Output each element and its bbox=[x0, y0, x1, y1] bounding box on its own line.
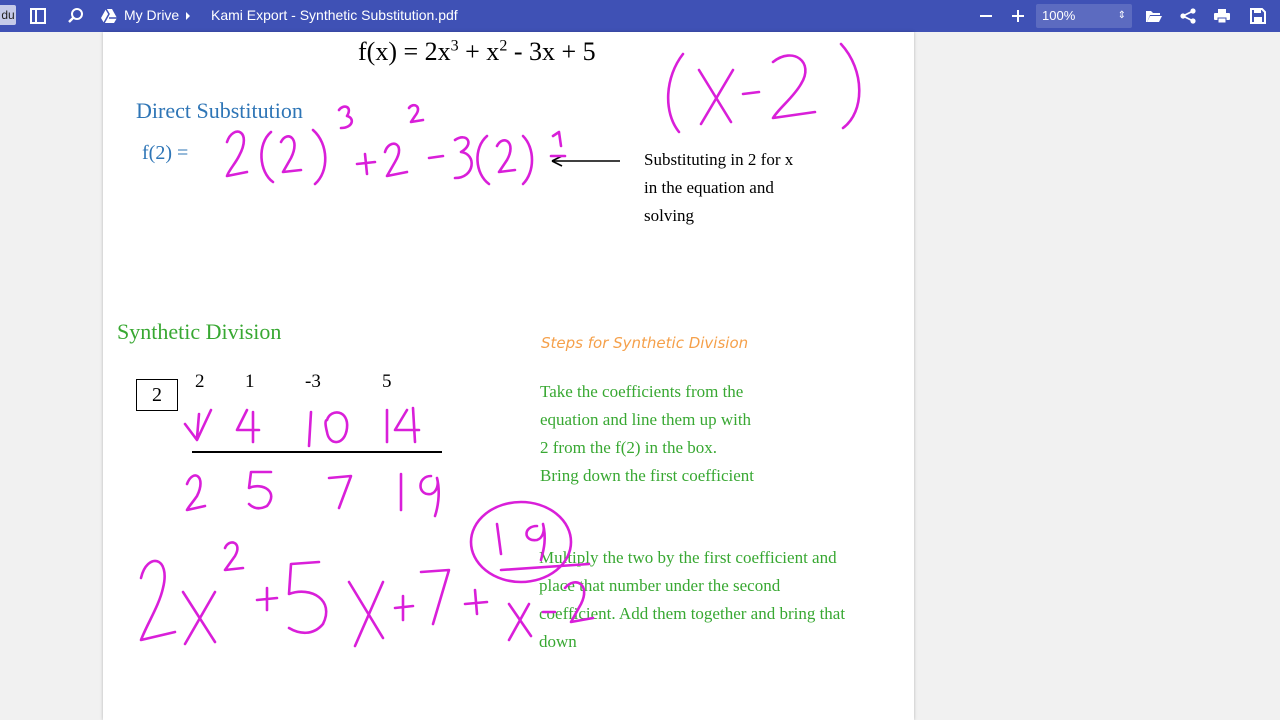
division-line bbox=[192, 451, 442, 453]
folder-open-icon[interactable] bbox=[1142, 4, 1166, 28]
f2-label: f(2) = bbox=[142, 142, 189, 164]
synthetic-division-heading: Synthetic Division bbox=[117, 319, 282, 344]
step-1: Take the coefficients from the equation … bbox=[540, 378, 754, 490]
equation-part: f(x) = 2x bbox=[358, 37, 451, 66]
step-line: coefficient. Add them together and bring… bbox=[539, 604, 846, 623]
divisor-box: 2 bbox=[136, 379, 178, 411]
step-line: Multiply the two by the first coefficien… bbox=[539, 548, 837, 567]
step-2: Multiply the two by the first coefficien… bbox=[539, 544, 845, 656]
equation-part: + x bbox=[458, 37, 500, 66]
equation-part: - 3x + 5 bbox=[507, 37, 596, 66]
step-line: Take the coefficients from the bbox=[540, 382, 744, 401]
zoom-select[interactable]: 100% ⇕ bbox=[1036, 4, 1132, 28]
step-line: Bring down the first coefficient bbox=[540, 466, 755, 485]
steps-title: Steps for Synthetic Division bbox=[541, 334, 749, 352]
app-badge[interactable]: du bbox=[0, 5, 16, 25]
step-line: 2 from the f(2) in the box. bbox=[540, 438, 718, 457]
file-name: Kami Export - Synthetic Substitution.pdf bbox=[211, 7, 458, 23]
coefficient: 1 bbox=[245, 371, 255, 392]
step-line: down bbox=[539, 632, 577, 651]
arrow-left-icon bbox=[551, 155, 620, 167]
share-icon[interactable] bbox=[1176, 4, 1200, 28]
substitution-note: Substituting in 2 for x in the equation … bbox=[644, 146, 793, 230]
ink-quotient bbox=[139, 500, 595, 648]
equation-exponent: 3 bbox=[450, 37, 459, 55]
search-icon[interactable] bbox=[64, 4, 88, 28]
step-line: equation and line them up with bbox=[540, 410, 752, 429]
note-line: solving bbox=[644, 206, 695, 225]
step-line: place that number under the second bbox=[539, 576, 781, 595]
coefficient: 2 bbox=[195, 371, 205, 392]
note-line: Substituting in 2 for x bbox=[644, 150, 794, 169]
zoom-dropdown-icon: ⇕ bbox=[1117, 10, 1126, 21]
note-line: in the equation and bbox=[644, 178, 774, 197]
zoom-out-icon[interactable] bbox=[974, 4, 998, 28]
ink-synthetic-values bbox=[183, 406, 440, 518]
print-icon[interactable] bbox=[1210, 4, 1234, 28]
chevron-right-icon bbox=[181, 4, 195, 28]
pdf-page[interactable]: f(x) = 2x3 + x2 - 3x + 5 Direct Substitu… bbox=[103, 32, 914, 720]
equation: f(x) = 2x3 + x2 - 3x + 5 bbox=[358, 37, 596, 67]
drive-icon[interactable] bbox=[97, 4, 121, 28]
top-toolbar: du My Drive Kami Export - Synthetic Subs… bbox=[0, 0, 1280, 32]
zoom-in-icon[interactable] bbox=[1006, 4, 1030, 28]
breadcrumb-my-drive[interactable]: My Drive bbox=[124, 7, 179, 23]
coefficient: 5 bbox=[382, 371, 392, 392]
ink-x-minus-2 bbox=[666, 42, 861, 134]
save-icon[interactable] bbox=[1246, 4, 1270, 28]
direct-substitution-heading: Direct Substitution bbox=[136, 98, 303, 123]
zoom-value: 100% bbox=[1042, 8, 1076, 23]
sidebar-icon[interactable] bbox=[26, 4, 50, 28]
coefficient: -3 bbox=[305, 371, 321, 392]
